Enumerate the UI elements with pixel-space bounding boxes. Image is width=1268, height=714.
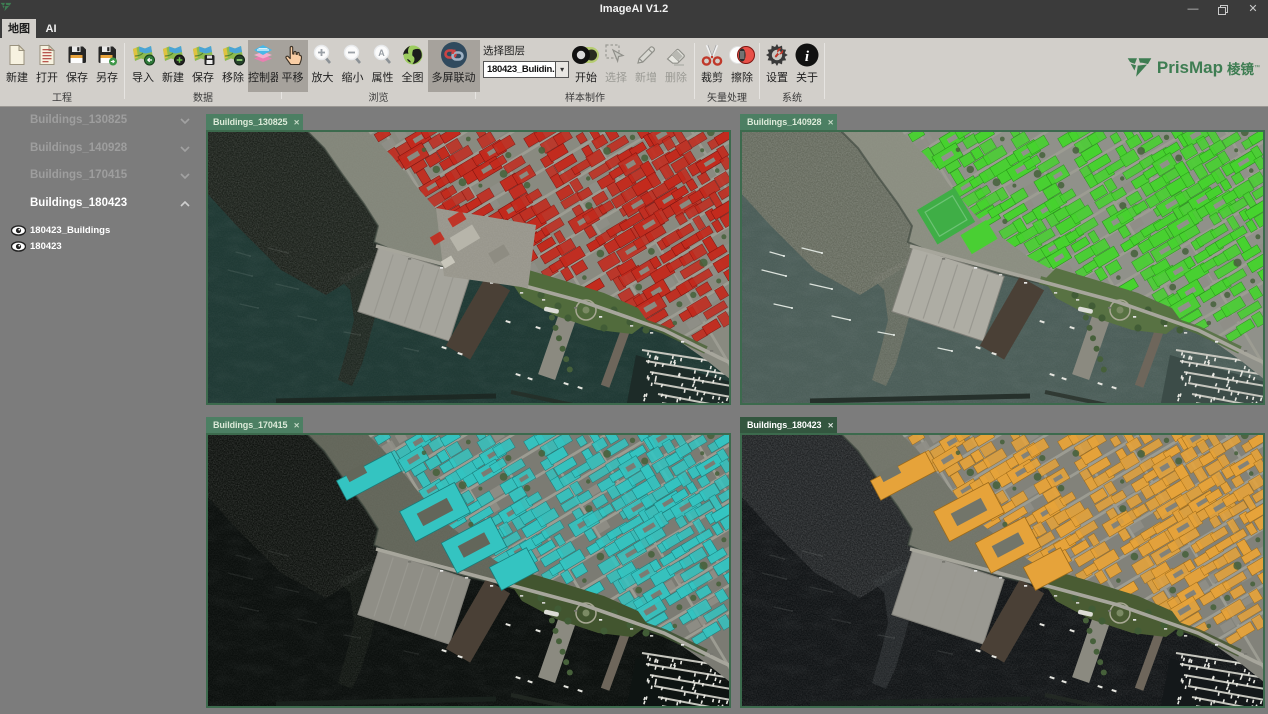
svg-text:A: A: [378, 48, 385, 58]
